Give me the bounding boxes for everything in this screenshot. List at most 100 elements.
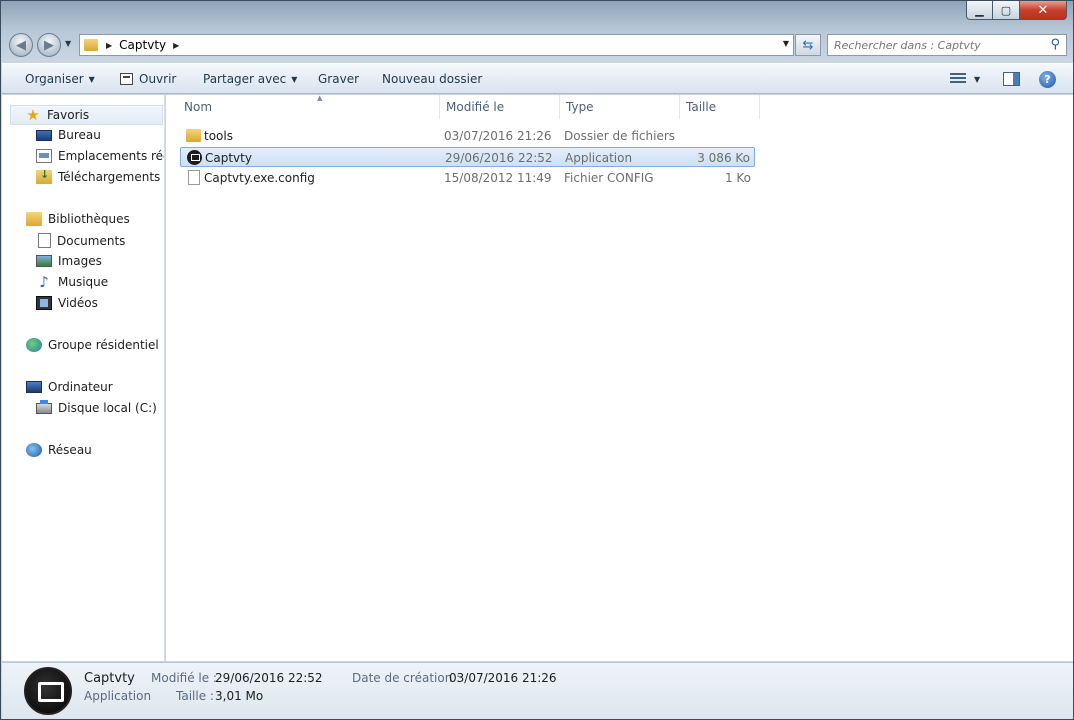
folder-icon bbox=[84, 39, 98, 51]
recent-pages-dropdown[interactable]: ▼ bbox=[65, 39, 71, 48]
nav-images[interactable]: Images bbox=[36, 254, 102, 268]
address-bar[interactable]: ▶ Captvty ▶ ▼ bbox=[79, 34, 794, 56]
breadcrumb-separator-icon[interactable]: ▶ bbox=[106, 41, 112, 50]
share-with-button[interactable]: Partager avec ▼ bbox=[203, 72, 297, 86]
nav-videos[interactable]: Vidéos bbox=[36, 296, 98, 310]
details-size-label: Taille : bbox=[176, 689, 214, 703]
preview-pane-icon[interactable] bbox=[1003, 72, 1020, 86]
nav-music-label: Musique bbox=[58, 275, 109, 289]
music-icon: ♪ bbox=[39, 273, 49, 291]
libraries-icon bbox=[26, 212, 42, 226]
column-header-type[interactable]: Type bbox=[560, 95, 680, 119]
address-dropdown-icon[interactable]: ▼ bbox=[783, 39, 789, 48]
arrow-left-icon: ◀ bbox=[16, 37, 26, 53]
breadcrumb-captvty[interactable]: Captvty bbox=[119, 38, 166, 52]
details-file-kind: Application bbox=[84, 689, 152, 703]
nav-desktop[interactable]: Bureau bbox=[36, 128, 101, 142]
search-input[interactable] bbox=[834, 38, 1034, 52]
column-header-modified[interactable]: Modifié le bbox=[440, 95, 560, 119]
file-name: Captvty bbox=[205, 151, 252, 165]
back-button[interactable]: ◀ bbox=[9, 33, 33, 57]
nav-computer-label: Ordinateur bbox=[48, 380, 113, 394]
open-button[interactable]: Ouvrir bbox=[120, 72, 176, 86]
organize-label: Organiser bbox=[25, 72, 84, 86]
file-row-config[interactable]: Captvty.exe.config 15/08/2012 11:49 Fich… bbox=[180, 168, 755, 188]
caption-buttons: ▁ ▢ ✕ bbox=[966, 1, 1067, 20]
details-created-label: Date de création : bbox=[352, 671, 461, 685]
organize-button[interactable]: Organiser ▼ bbox=[25, 72, 95, 86]
search-box[interactable]: ⚲ bbox=[827, 34, 1067, 56]
nav-network[interactable]: Réseau bbox=[26, 443, 92, 457]
file-size: 1 Ko bbox=[724, 171, 751, 185]
file-row-tools[interactable]: tools 03/07/2016 21:26 Dossier de fichie… bbox=[180, 126, 755, 146]
disk-icon bbox=[36, 399, 52, 414]
nav-favorites[interactable]: ★ Favoris bbox=[10, 105, 163, 125]
images-icon bbox=[36, 255, 52, 267]
details-size-value: 3,01 Mo bbox=[215, 689, 264, 703]
nav-downloads-label: Téléchargements bbox=[58, 170, 161, 184]
documents-icon bbox=[38, 233, 51, 248]
column-name-label: Nom bbox=[184, 100, 213, 114]
breadcrumb-separator-icon[interactable]: ▶ bbox=[173, 41, 179, 50]
refresh-button[interactable]: ⇆ bbox=[795, 34, 821, 56]
column-size-label: Taille bbox=[686, 100, 717, 114]
burn-label: Graver bbox=[318, 72, 360, 86]
videos-icon bbox=[36, 296, 52, 310]
recent-places-icon bbox=[36, 149, 52, 163]
nav-network-label: Réseau bbox=[48, 443, 92, 457]
explorer-window: ▁ ▢ ✕ ◀ ▶ ▼ ▶ Captvty ▶ ▼ ⇆ ⚲ Organiser … bbox=[0, 0, 1074, 720]
view-options-icon[interactable] bbox=[950, 73, 966, 85]
network-icon bbox=[26, 443, 42, 457]
details-modified-label: Modifié le : bbox=[151, 671, 217, 685]
file-name: tools bbox=[204, 129, 233, 143]
nav-recent-places-label: Emplacements récer bbox=[58, 149, 164, 163]
command-bar: Organiser ▼ Ouvrir Partager avec ▼ Grave… bbox=[2, 63, 1073, 94]
maximize-button[interactable]: ▢ bbox=[993, 1, 1020, 20]
file-size: 3 086 Ko bbox=[697, 151, 750, 165]
open-icon bbox=[120, 73, 133, 85]
details-created-value: 03/07/2016 21:26 bbox=[449, 671, 557, 685]
burn-button[interactable]: Graver bbox=[318, 72, 359, 86]
forward-button[interactable]: ▶ bbox=[37, 33, 61, 57]
nav-homegroup[interactable]: Groupe résidentiel bbox=[26, 338, 159, 352]
desktop-icon bbox=[36, 129, 52, 141]
chevron-down-icon: ▼ bbox=[291, 74, 298, 84]
file-modified: 15/08/2012 11:49 bbox=[444, 171, 552, 185]
nav-homegroup-label: Groupe résidentiel bbox=[48, 338, 159, 352]
star-icon: ★ bbox=[26, 106, 40, 124]
close-button[interactable]: ✕ bbox=[1020, 1, 1067, 20]
minimize-button[interactable]: ▁ bbox=[966, 1, 993, 20]
file-modified: 03/07/2016 21:26 bbox=[444, 129, 552, 143]
nav-libraries[interactable]: Bibliothèques bbox=[26, 212, 130, 226]
nav-music[interactable]: ♪ Musique bbox=[36, 273, 109, 291]
new-folder-label: Nouveau dossier bbox=[382, 72, 483, 86]
nav-libraries-label: Bibliothèques bbox=[48, 212, 130, 226]
config-file-icon bbox=[188, 170, 200, 185]
sort-ascending-icon: ▲ bbox=[317, 94, 323, 102]
navigation-pane: ★ Favoris Bureau Emplacements récer Télé… bbox=[2, 95, 165, 661]
nav-downloads[interactable]: Téléchargements bbox=[36, 168, 161, 184]
folder-icon bbox=[186, 129, 201, 142]
file-modified: 29/06/2016 22:52 bbox=[445, 151, 553, 165]
file-row-captvty[interactable]: Captvty 29/06/2016 22:52 Application 3 0… bbox=[180, 147, 755, 167]
nav-local-disk[interactable]: Disque local (C:) bbox=[36, 399, 157, 415]
column-type-label: Type bbox=[566, 100, 594, 114]
downloads-icon bbox=[36, 168, 52, 184]
file-list-pane: Nom ▲ Modifié le Type Taille tools 03/07… bbox=[166, 94, 1073, 661]
nav-documents[interactable]: Documents bbox=[38, 233, 125, 248]
share-label: Partager avec bbox=[203, 72, 287, 86]
column-header-name[interactable]: Nom ▲ bbox=[178, 94, 440, 119]
file-name: Captvty.exe.config bbox=[204, 171, 315, 185]
help-icon[interactable]: ? bbox=[1039, 71, 1056, 88]
search-icon[interactable]: ⚲ bbox=[1050, 37, 1060, 52]
nav-favorites-label: Favoris bbox=[47, 108, 90, 122]
column-header-size[interactable]: Taille bbox=[680, 95, 760, 119]
nav-computer[interactable]: Ordinateur bbox=[26, 380, 113, 394]
view-dropdown-icon[interactable]: ▼ bbox=[974, 75, 980, 84]
details-file-name: Captvty bbox=[84, 671, 135, 686]
nav-recent-places[interactable]: Emplacements récer bbox=[36, 149, 164, 163]
new-folder-button[interactable]: Nouveau dossier bbox=[382, 72, 482, 86]
computer-icon bbox=[26, 381, 42, 393]
file-type: Dossier de fichiers bbox=[564, 129, 676, 143]
arrow-right-icon: ▶ bbox=[44, 37, 54, 53]
